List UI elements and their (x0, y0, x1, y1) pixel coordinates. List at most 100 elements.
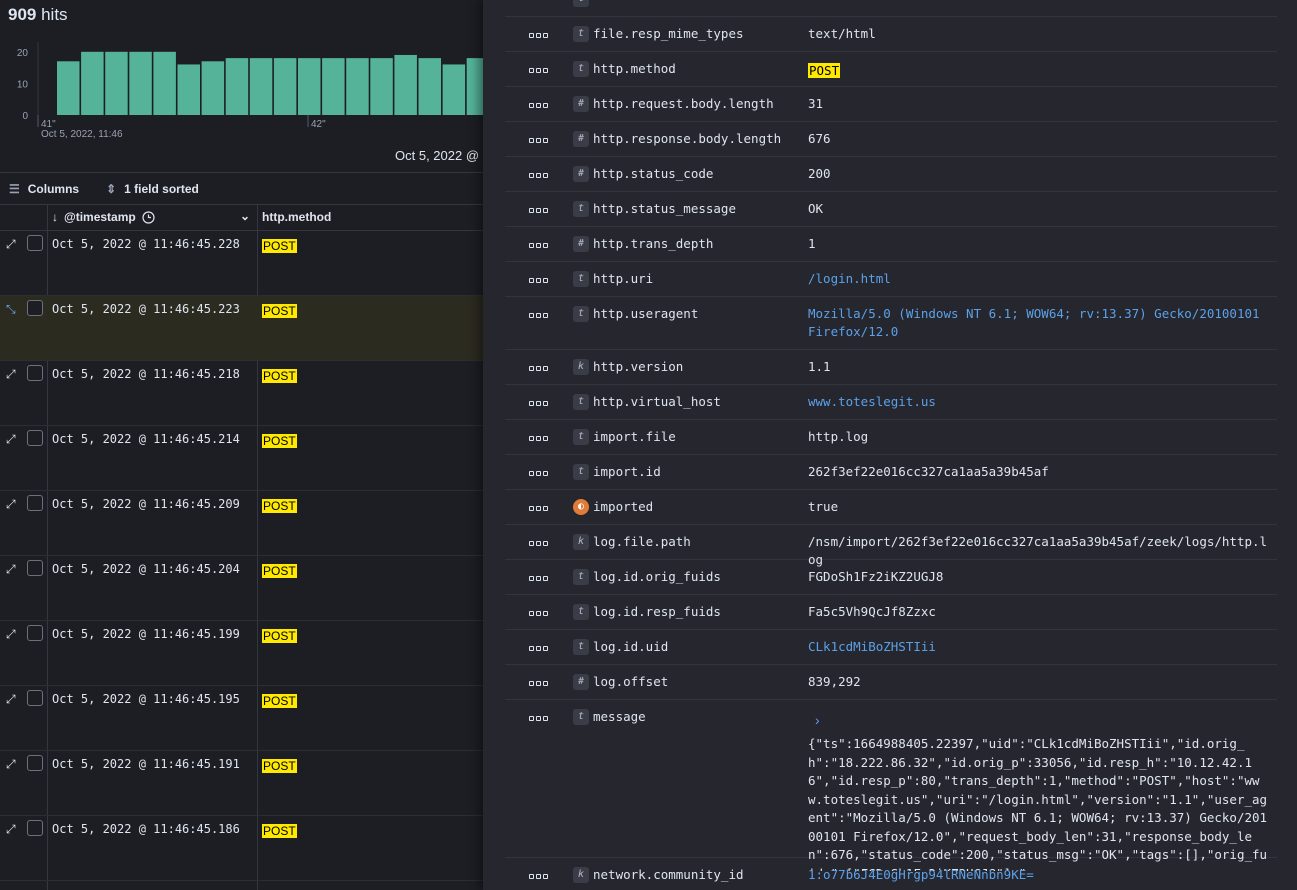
chevron-down-icon[interactable]: ⌄ (240, 209, 250, 223)
field-name: http.request.body.length (593, 96, 774, 111)
field-actions-icon[interactable] (529, 396, 549, 410)
field-type-icon: t (573, 201, 589, 217)
collapse-icon[interactable]: ⤡ (6, 302, 16, 317)
table-row[interactable]: ⤢ Oct 5, 2022 @ 11:46:45.214 POST (0, 426, 484, 491)
row-checkbox[interactable] (27, 235, 43, 251)
column-header-timestamp[interactable]: ↓ @timestamp (52, 210, 155, 224)
row-checkbox[interactable] (27, 430, 43, 446)
row-checkbox[interactable] (27, 755, 43, 771)
expand-icon[interactable]: ⤢ (6, 432, 16, 447)
column-header-method[interactable]: http.method (262, 210, 331, 224)
expand-icon[interactable]: ⤢ (6, 497, 16, 512)
expand-icon[interactable]: ⤢ (6, 562, 16, 577)
field-actions-icon[interactable] (529, 168, 549, 182)
row-checkbox[interactable] (27, 365, 43, 381)
field-name: network.community_id (593, 867, 744, 882)
table-row[interactable]: ⤢ Oct 5, 2022 @ 11:46:45.209 POST (0, 491, 484, 556)
expand-icon[interactable]: ⤢ (6, 237, 16, 252)
sort-button[interactable]: ⇕ 1 field sorted (106, 182, 199, 196)
cell-timestamp: Oct 5, 2022 @ 11:46:45.209 (52, 497, 240, 511)
field-actions-icon[interactable] (529, 361, 549, 375)
field-actions-icon[interactable] (529, 308, 549, 322)
field-value: true (808, 499, 839, 514)
table-row[interactable]: ⤡ Oct 5, 2022 @ 11:46:45.223 POST (0, 296, 484, 361)
field-actions-icon[interactable] (529, 431, 549, 445)
field-value[interactable]: CLk1cdMiBoZHSTIii (808, 638, 1273, 656)
field-name: http.virtual_host (593, 394, 721, 409)
expand-icon[interactable]: ⤢ (6, 757, 16, 772)
field-row: t import.file http.log (505, 420, 1277, 455)
y-tick-label: 10 (17, 79, 29, 90)
histogram-bar (346, 58, 369, 115)
row-checkbox[interactable] (27, 690, 43, 706)
expand-icon[interactable]: ⤢ (6, 367, 16, 382)
field-actions-icon[interactable] (529, 869, 549, 883)
table-row[interactable]: ⤢ Oct 5, 2022 @ 11:46:45.195 POST (0, 686, 484, 751)
field-row: t http.useragent Mozilla/5.0 (Windows NT 6… (505, 297, 1277, 350)
table-row[interactable]: ⤢ Oct 5, 2022 @ 11:46:45.204 POST (0, 556, 484, 621)
field-actions-icon[interactable] (529, 98, 549, 112)
field-value[interactable]: 1:o77b6J4E0gHrgp94lRNeNnbn9KE= (808, 866, 1273, 884)
field-actions-icon[interactable] (529, 501, 549, 515)
table-row[interactable]: ⤢ Oct 5, 2022 @ 11:46:45.191 POST (0, 751, 484, 816)
field-type-icon: t (573, 271, 589, 287)
field-value[interactable]: /login.html (808, 270, 1273, 288)
field-actions-icon[interactable] (529, 606, 549, 620)
sort-icon: ⇕ (106, 181, 117, 196)
field-actions-icon[interactable] (529, 641, 549, 655)
field-value: 676 (808, 131, 831, 146)
row-checkbox[interactable] (27, 625, 43, 641)
grid-header: ↓ @timestamp ⌄ http.method (0, 204, 484, 231)
row-checkbox[interactable] (27, 495, 43, 511)
method-highlight: POST (262, 759, 297, 773)
field-actions-icon[interactable] (529, 238, 549, 252)
cell-timestamp: Oct 5, 2022 @ 11:46:45.214 (52, 432, 240, 446)
histogram-bar (81, 51, 104, 115)
field-actions-icon[interactable] (529, 536, 549, 550)
field-actions-icon[interactable] (529, 711, 549, 725)
histogram-bar (442, 64, 466, 115)
expand-icon[interactable]: ⤢ (6, 692, 16, 707)
cell-timestamp: Oct 5, 2022 @ 11:46:45.195 (52, 692, 240, 706)
cell-timestamp: Oct 5, 2022 @ 11:46:45.191 (52, 757, 240, 771)
field-name: log.offset (593, 674, 669, 689)
histogram-bar (370, 58, 393, 115)
table-row[interactable]: ⤢ Oct 5, 2022 @ 11:46:45.186 POST (0, 816, 484, 881)
field-value[interactable]: Mozilla/5.0 (Windows NT 6.1; WOW64; rv:1… (808, 305, 1273, 341)
field-value: text/html (808, 26, 876, 41)
field-name: http.status_code (593, 166, 714, 181)
histogram-chart[interactable]: 2010041"Oct 5, 2022, 11:4642" (0, 36, 484, 151)
method-highlight: POST (262, 369, 297, 383)
histogram-bar (201, 61, 225, 115)
field-type-icon: t (573, 0, 589, 7)
field-actions-icon[interactable] (529, 133, 549, 147)
x-tick-label: 42" (311, 119, 326, 130)
table-row[interactable]: ⤢ Oct 5, 2022 @ 11:46:45.228 POST (0, 231, 484, 296)
cell-method: POST (262, 432, 297, 450)
columns-button[interactable]: ☰ Columns (9, 182, 79, 196)
discover-results-panel: 909 hits 20 10 0 41" Oct 5, 2022, 11:46 42" O… (0, 0, 484, 890)
field-actions-icon[interactable] (529, 466, 549, 480)
row-checkbox[interactable] (27, 560, 43, 576)
field-name: imported (593, 499, 654, 514)
field-actions-icon[interactable] (529, 273, 549, 287)
row-checkbox[interactable] (27, 300, 43, 316)
field-row: t import.id 262f3ef22e016cc327ca1aa5a39b45… (505, 455, 1277, 490)
field-value: 839,292 (808, 674, 861, 689)
field-actions-icon[interactable] (529, 28, 549, 42)
field-value[interactable]: www.toteslegit.us (808, 393, 1273, 411)
field-actions-icon[interactable] (529, 571, 549, 585)
field-type-icon: t (573, 429, 589, 445)
table-row[interactable]: ⤢ Oct 5, 2022 @ 11:46:45.199 POST (0, 621, 484, 686)
method-highlight: POST (262, 499, 297, 513)
row-checkbox[interactable] (27, 820, 43, 836)
table-row[interactable]: ⤢ Oct 5, 2022 @ 11:46:45.218 POST (0, 361, 484, 426)
chevron-right-icon[interactable]: › (815, 712, 820, 728)
expand-icon[interactable]: ⤢ (6, 627, 16, 642)
cell-method: POST (262, 627, 297, 645)
field-actions-icon[interactable] (529, 63, 549, 77)
field-actions-icon[interactable] (529, 676, 549, 690)
expand-icon[interactable]: ⤢ (6, 822, 16, 837)
field-actions-icon[interactable] (529, 203, 549, 217)
field-type-icon: k (573, 534, 589, 550)
